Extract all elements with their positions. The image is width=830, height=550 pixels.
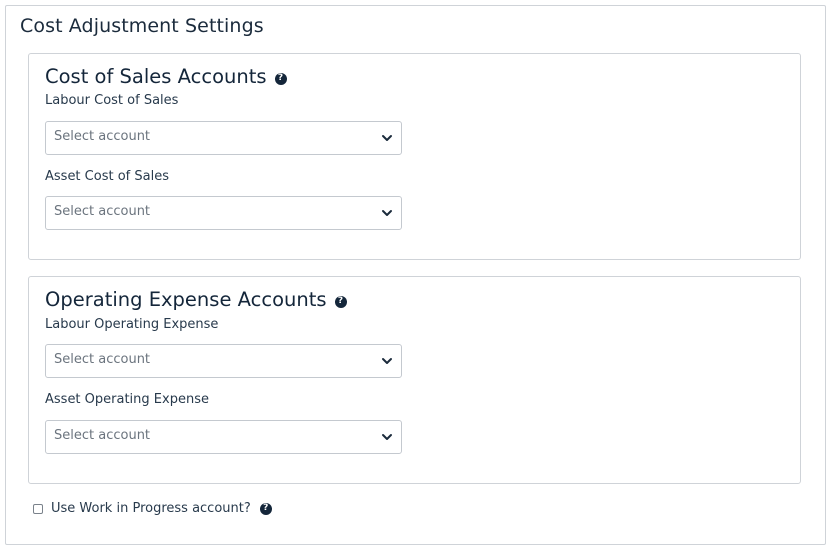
asset-cost-of-sales-label: Asset Cost of Sales [45,169,169,184]
wip-label[interactable]: Use Work in Progress account? [51,501,251,516]
labour-operating-expense-label: Labour Operating Expense [45,317,219,332]
operating-expense-heading: Operating Expense Accounts ? [45,288,347,311]
select-placeholder: Select account [54,351,151,367]
chevron-down-icon [382,135,392,141]
question-circle-icon[interactable]: ? [259,502,272,515]
select-placeholder: Select account [54,427,151,443]
chevron-down-icon [382,434,392,440]
cost-of-sales-panel: Cost of Sales Accounts ? Labour Cost of … [28,53,801,260]
labour-cost-of-sales-label: Labour Cost of Sales [45,93,179,108]
operating-expense-title: Operating Expense Accounts [45,288,327,311]
asset-operating-expense-label: Asset Operating Expense [45,392,209,407]
asset-cost-of-sales-select[interactable]: Select account [45,196,402,230]
labour-cost-of-sales-select[interactable]: Select account [45,121,402,155]
select-placeholder: Select account [54,203,151,219]
asset-operating-expense-select[interactable]: Select account [45,420,402,454]
question-circle-icon[interactable]: ? [274,72,287,85]
page-title: Cost Adjustment Settings [20,15,264,37]
wip-checkbox[interactable] [33,503,43,514]
question-circle-icon[interactable]: ? [334,295,347,308]
select-placeholder: Select account [54,128,151,144]
labour-operating-expense-select[interactable]: Select account [45,344,402,378]
wip-row: Use Work in Progress account? ? [33,501,272,516]
cost-of-sales-title: Cost of Sales Accounts [45,65,267,88]
chevron-down-icon [382,210,392,216]
chevron-down-icon [382,358,392,364]
cost-of-sales-heading: Cost of Sales Accounts ? [45,65,287,88]
settings-card: Cost Adjustment Settings Cost of Sales A… [5,5,826,545]
operating-expense-panel: Operating Expense Accounts ? Labour Oper… [28,276,801,484]
